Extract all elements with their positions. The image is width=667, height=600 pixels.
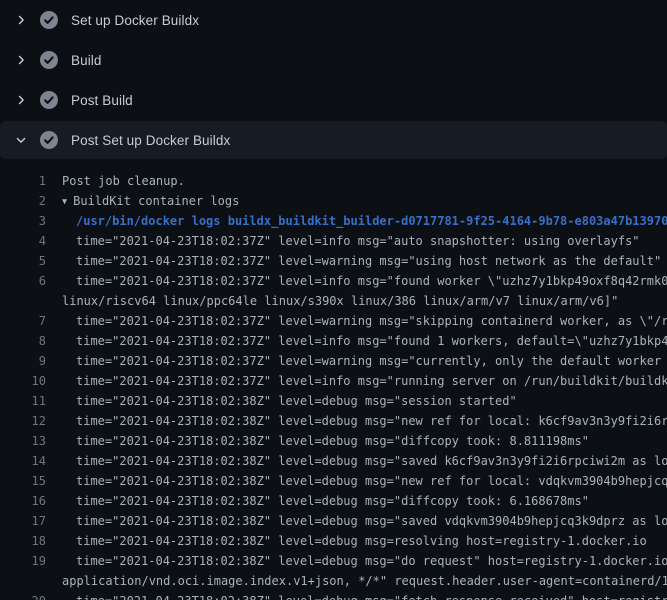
step-section-post-set-up-docker-buildx[interactable]: Post Set up Docker Buildx xyxy=(0,121,667,159)
log-line: 14 time="2021-04-23T18:02:38Z" level=debu… xyxy=(0,451,667,471)
log-line: 11 time="2021-04-23T18:02:38Z" level=debu… xyxy=(0,391,667,411)
log-line: 5 time="2021-04-23T18:02:37Z" level=warni… xyxy=(0,251,667,271)
line-number[interactable]: 17 xyxy=(0,511,46,531)
line-number[interactable]: 19 xyxy=(0,551,46,571)
log-text: time="2021-04-23T18:02:38Z" level=debug … xyxy=(76,551,667,571)
line-number xyxy=(0,291,46,311)
log-line: 17 time="2021-04-23T18:02:38Z" level=debu… xyxy=(0,511,667,531)
log-line-continuation: application/vnd.oci.image.index.v1+json,… xyxy=(0,571,667,591)
log-line: 3/usr/bin/docker logs buildx_buildkit_bu… xyxy=(0,211,667,231)
line-number[interactable]: 20 xyxy=(0,591,46,600)
log-text: time="2021-04-23T18:02:37Z" level=warnin… xyxy=(76,311,667,331)
step-section-build[interactable]: Build xyxy=(0,40,667,80)
log-line: 12 time="2021-04-23T18:02:38Z" level=debu… xyxy=(0,411,667,431)
line-number[interactable]: 12 xyxy=(0,411,46,431)
step-label: Post Build xyxy=(71,93,133,108)
check-circle-icon xyxy=(40,51,58,69)
log-line: 9 time="2021-04-23T18:02:37Z" level=warni… xyxy=(0,351,667,371)
log-line: 15 time="2021-04-23T18:02:38Z" level=debu… xyxy=(0,471,667,491)
log-command-text: /usr/bin/docker logs buildx_buildkit_bui… xyxy=(76,211,667,231)
log-text: time="2021-04-23T18:02:37Z" level=warnin… xyxy=(76,251,661,271)
step-label: Post Set up Docker Buildx xyxy=(71,133,230,148)
step-label: Build xyxy=(71,53,102,68)
log-text: time="2021-04-23T18:02:37Z" level=info m… xyxy=(76,231,640,251)
log-text: time="2021-04-23T18:02:38Z" level=debug … xyxy=(76,531,647,551)
step-label: Set up Docker Buildx xyxy=(71,13,199,28)
log-text: time="2021-04-23T18:02:38Z" level=debug … xyxy=(76,431,589,451)
log-text: Post job cleanup. xyxy=(62,171,185,191)
log-line: 1 Post job cleanup. xyxy=(0,171,667,191)
log-line: 6 time="2021-04-23T18:02:37Z" level=info … xyxy=(0,271,667,291)
log-line: 8 time="2021-04-23T18:02:37Z" level=info … xyxy=(0,331,667,351)
check-circle-icon xyxy=(40,91,58,109)
line-number[interactable]: 3 xyxy=(0,211,46,231)
log-text: time="2021-04-23T18:02:37Z" level=info m… xyxy=(76,371,667,391)
log-text: time="2021-04-23T18:02:38Z" level=debug … xyxy=(76,451,667,471)
log-line: 16 time="2021-04-23T18:02:38Z" level=debu… xyxy=(0,491,667,511)
log-text: time="2021-04-23T18:02:38Z" level=debug … xyxy=(76,411,667,431)
chevron-right-icon xyxy=(12,52,30,68)
log-text: time="2021-04-23T18:02:38Z" level=debug … xyxy=(76,511,667,531)
line-number[interactable]: 16 xyxy=(0,491,46,511)
log-text: application/vnd.oci.image.index.v1+json,… xyxy=(62,571,667,591)
group-collapse-triangle-icon: ▼ xyxy=(62,192,67,211)
step-section-post-build[interactable]: Post Build xyxy=(0,80,667,120)
log-line: 20 time="2021-04-23T18:02:38Z" level=debu… xyxy=(0,591,667,600)
step-section-set-up-docker-buildx[interactable]: Set up Docker Buildx xyxy=(0,0,667,40)
log-text: time="2021-04-23T18:02:37Z" level=info m… xyxy=(76,271,667,291)
log-text: time="2021-04-23T18:02:38Z" level=debug … xyxy=(76,591,667,600)
check-circle-icon xyxy=(40,11,58,29)
log-line: 4 time="2021-04-23T18:02:37Z" level=info … xyxy=(0,231,667,251)
line-number[interactable]: 9 xyxy=(0,351,46,371)
line-number[interactable]: 10 xyxy=(0,371,46,391)
log-text: time="2021-04-23T18:02:38Z" level=debug … xyxy=(76,491,589,511)
log-text: time="2021-04-23T18:02:38Z" level=debug … xyxy=(76,391,517,411)
line-number[interactable]: 15 xyxy=(0,471,46,491)
log-group-label: BuildKit container logs xyxy=(73,194,239,208)
line-number xyxy=(0,571,46,591)
log-line: 2 ▼ BuildKit container logs xyxy=(0,191,667,211)
log-text: time="2021-04-23T18:02:37Z" level=info m… xyxy=(76,331,667,351)
line-number[interactable]: 13 xyxy=(0,431,46,451)
line-number[interactable]: 7 xyxy=(0,311,46,331)
chevron-down-icon xyxy=(12,132,30,148)
log-line-continuation: linux/riscv64 linux/ppc64le linux/s390x … xyxy=(0,291,667,311)
line-number[interactable]: 8 xyxy=(0,331,46,351)
actions-log-panel: Set up Docker Buildx Build Post Build Post … xyxy=(0,0,667,600)
chevron-right-icon xyxy=(12,12,30,28)
log-viewer: 1 Post job cleanup. 2 ▼ BuildKit container l… xyxy=(0,160,667,600)
log-text: time="2021-04-23T18:02:38Z" level=debug … xyxy=(76,471,667,491)
line-number[interactable]: 6 xyxy=(0,271,46,291)
log-line: 13 time="2021-04-23T18:02:38Z" level=debu… xyxy=(0,431,667,451)
line-number[interactable]: 2 xyxy=(0,191,46,211)
line-number[interactable]: 18 xyxy=(0,531,46,551)
log-line: 10 time="2021-04-23T18:02:37Z" level=info… xyxy=(0,371,667,391)
log-text: time="2021-04-23T18:02:37Z" level=warnin… xyxy=(76,351,667,371)
steps-list: Set up Docker Buildx Build Post Build Post … xyxy=(0,0,667,159)
line-number[interactable]: 14 xyxy=(0,451,46,471)
log-text: linux/riscv64 linux/ppc64le linux/s390x … xyxy=(62,291,618,311)
line-number[interactable]: 5 xyxy=(0,251,46,271)
log-line: 7 time="2021-04-23T18:02:37Z" level=warni… xyxy=(0,311,667,331)
log-group-toggle[interactable]: ▼ BuildKit container logs xyxy=(62,191,239,211)
chevron-right-icon xyxy=(12,92,30,108)
line-number[interactable]: 11 xyxy=(0,391,46,411)
log-line: 18 time="2021-04-23T18:02:38Z" level=debu… xyxy=(0,531,667,551)
line-number[interactable]: 4 xyxy=(0,231,46,251)
check-circle-icon xyxy=(40,131,58,149)
line-number[interactable]: 1 xyxy=(0,171,46,191)
log-line: 19 time="2021-04-23T18:02:38Z" level=debu… xyxy=(0,551,667,571)
